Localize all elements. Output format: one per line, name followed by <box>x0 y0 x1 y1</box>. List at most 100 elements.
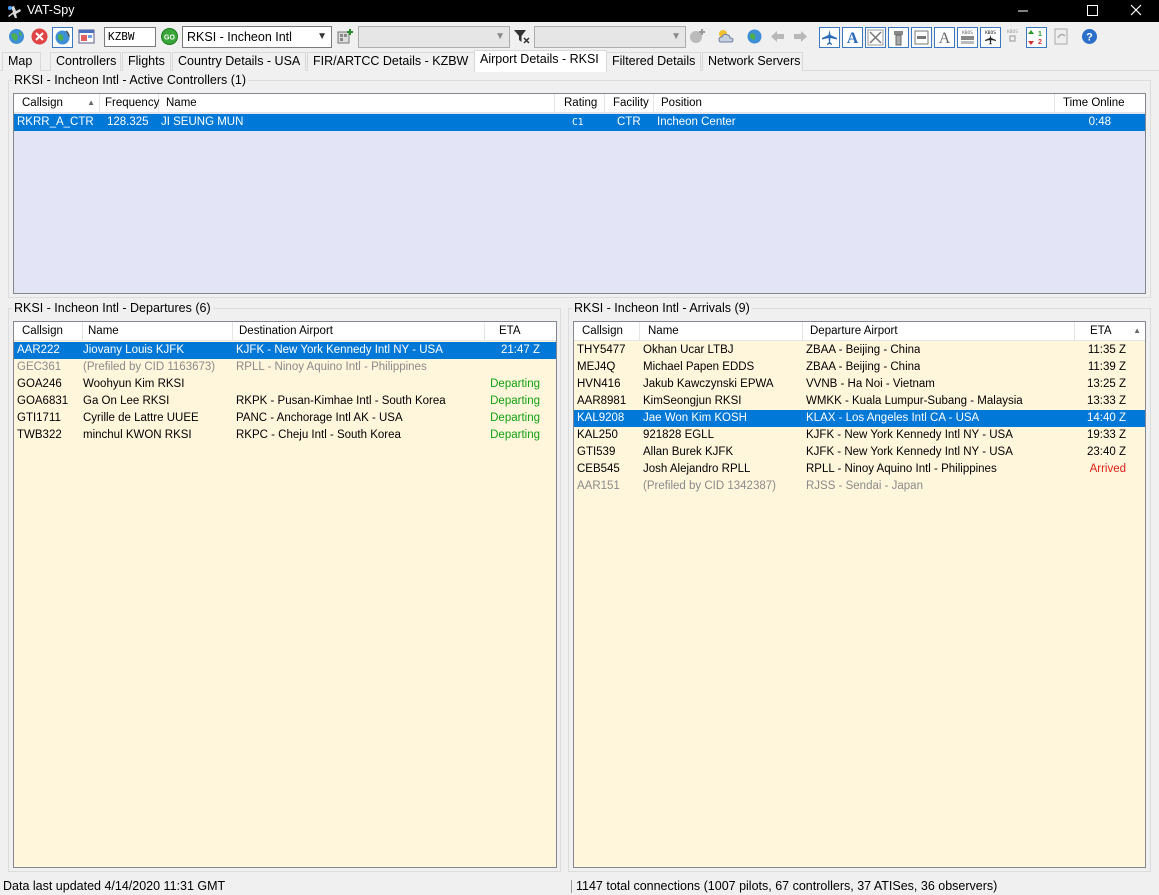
show-text-button[interactable]: A <box>934 27 955 48</box>
departures-row[interactable]: GOA6831 Ga On Lee RKSI RKPK - Pusan-Kimhae… <box>14 393 556 410</box>
column-header-destination[interactable]: Destination Airport <box>233 322 485 341</box>
controllers-list[interactable]: Callsign ▲ Frequency Name Rating Facility… <box>13 93 1146 294</box>
sort-order-button[interactable]: 12 <box>1026 27 1047 48</box>
flight-callsign: KAL250 <box>577 429 618 441</box>
tab-airport-details[interactable]: Airport Details - RKSI <box>474 50 607 72</box>
controller-callsign: RKRR_A_CTR <box>17 116 94 128</box>
flight-airport: KJFK - New York Kennedy Intl NY - USA <box>806 446 1013 458</box>
minimize-button[interactable] <box>1000 0 1046 22</box>
help-icon[interactable]: ? <box>1080 27 1099 46</box>
airport-select[interactable]: RKSI - Incheon Intl ▼ <box>182 26 332 48</box>
disconnect-icon[interactable] <box>30 27 49 46</box>
show-airport-button[interactable] <box>865 27 886 48</box>
column-header-eta[interactable]: ETA ▲ <box>1075 322 1145 341</box>
show-labels-button[interactable]: A <box>842 27 863 48</box>
weather-icon[interactable] <box>716 27 735 46</box>
connect-globe-icon[interactable] <box>7 27 26 46</box>
tab-map[interactable]: Map <box>2 52 41 71</box>
flight-callsign: CEB545 <box>577 463 620 475</box>
arrivals-row[interactable]: HVN416 Jakub Kawczynski EPWA VVNB - Ha Noi… <box>574 376 1145 393</box>
show-flight-tags-button[interactable]: KBOS <box>980 27 1001 48</box>
departures-row[interactable]: AAR222 Jiovany Louis KJFK KJFK - New York … <box>14 342 556 359</box>
controller-row[interactable]: RKRR_A_CTR 128.325 JI SEUNG MUN C1 CTR I… <box>14 114 1145 131</box>
flight-eta: 11:35 Z <box>1087 344 1126 356</box>
flight-airport: KJFK - New York Kennedy Intl NY - USA <box>806 429 1013 441</box>
arrivals-row[interactable]: AAR151 (Prefiled by CID 1342387) RJSS - Se… <box>574 478 1145 495</box>
departures-row[interactable]: TWB322 minchul KWON RKSI RKPC - Cheju Intl… <box>14 427 556 444</box>
show-airport-tag-icon[interactable]: KBOS <box>1003 27 1022 46</box>
departures-row[interactable]: GTI1711 Cyrille de Lattre UUEE PANC - Anch… <box>14 410 556 427</box>
departures-list-header: Callsign Name Destination Airport ETA <box>14 322 556 341</box>
globe-icon[interactable] <box>745 27 764 46</box>
tab-flights[interactable]: Flights <box>122 52 171 71</box>
flight-callsign: HVN416 <box>577 378 621 390</box>
arrivals-row[interactable]: AAR8981 KimSeongjun RKSI WMKK - Kuala Lump… <box>574 393 1145 410</box>
flight-callsign: GTI1711 <box>17 412 61 424</box>
map-window-icon[interactable] <box>77 27 96 46</box>
flight-eta: 11:39 Z <box>1087 361 1126 373</box>
svg-text:GO: GO <box>164 35 175 42</box>
flight-airport: RJSS - Sendai - Japan <box>806 480 923 492</box>
add-globe-icon[interactable] <box>688 27 707 46</box>
show-datablock-button[interactable]: KBOS <box>957 27 978 48</box>
refresh-globe-button[interactable] <box>52 27 73 48</box>
column-header-name[interactable]: Name <box>159 94 555 113</box>
show-tower-button[interactable] <box>888 27 909 48</box>
flight-eta: 14:40 Z <box>1087 412 1126 424</box>
export-icon[interactable] <box>1052 27 1071 46</box>
icao-input[interactable]: KZBW <box>104 27 156 47</box>
column-header-rating[interactable]: Rating <box>555 94 605 113</box>
arrivals-row[interactable]: KAL9208 Jae Won Kim KOSH KLAX - Los Angele… <box>574 410 1145 427</box>
column-header-time-online[interactable]: Time Online <box>1055 94 1145 113</box>
column-header-facility[interactable]: Facility <box>605 94 654 113</box>
show-aircraft-button[interactable] <box>819 27 840 48</box>
arrivals-row[interactable]: CEB545 Josh Alejandro RPLL RPLL - Ninoy Aq… <box>574 461 1145 478</box>
tab-fir-artcc-details[interactable]: FIR/ARTCC Details - KZBW <box>307 52 475 71</box>
filter-select-1[interactable]: ▼ <box>358 26 510 48</box>
column-header-position[interactable]: Position <box>654 94 1055 113</box>
column-header-frequency[interactable]: Frequency <box>100 94 159 113</box>
flight-airport: RKPK - Pusan-Kimhae Intl - South Korea <box>236 395 446 407</box>
back-arrow-icon[interactable] <box>768 27 787 46</box>
app-logo-icon <box>6 3 22 19</box>
tab-filtered-details[interactable]: Filtered Details <box>606 52 701 71</box>
flight-name: Okhan Ucar LTBJ <box>643 344 734 356</box>
departures-row[interactable]: GEC361 (Prefiled by CID 1163673) RPLL - Ni… <box>14 359 556 376</box>
svg-text:KBOS: KBOS <box>962 30 973 36</box>
departures-list[interactable]: Callsign Name Destination Airport ETA AA… <box>13 321 557 868</box>
arrivals-row[interactable]: MEJ4Q Michael Papen EDDS ZBAA - Beijing - … <box>574 359 1145 376</box>
add-filter-icon[interactable] <box>336 27 355 46</box>
arrivals-list[interactable]: Callsign Name Departure Airport ETA ▲ THY… <box>573 321 1146 868</box>
flight-name: Michael Papen EDDS <box>643 361 755 373</box>
flight-airport: ZBAA - Beijing - China <box>806 361 921 373</box>
close-button[interactable] <box>1113 0 1159 22</box>
column-header-callsign[interactable]: Callsign <box>574 322 640 341</box>
tab-network-servers[interactable]: Network Servers <box>702 52 803 71</box>
controllers-list-header: Callsign ▲ Frequency Name Rating Facility… <box>14 94 1145 113</box>
flight-airport: KJFK - New York Kennedy Intl NY - USA <box>236 344 443 356</box>
flight-airport: KLAX - Los Angeles Intl CA - USA <box>806 412 980 424</box>
arrivals-row[interactable]: THY5477 Okhan Ucar LTBJ ZBAA - Beijing - C… <box>574 342 1145 359</box>
filter-select-2[interactable]: ▼ <box>534 26 686 48</box>
column-header-eta[interactable]: ETA <box>485 322 556 341</box>
arrivals-row[interactable]: KAL250 921828 EGLL KJFK - New York Kennedy… <box>574 427 1145 444</box>
svg-text:A: A <box>939 30 951 47</box>
tab-controllers[interactable]: Controllers <box>50 52 121 71</box>
forward-arrow-icon[interactable] <box>791 27 810 46</box>
departures-row[interactable]: GOA246 Woohyun Kim RKSI Departing <box>14 376 556 393</box>
show-fir-button[interactable] <box>911 27 932 48</box>
filter-funnel-icon[interactable] <box>512 27 531 46</box>
column-header-departure[interactable]: Departure Airport <box>803 322 1075 341</box>
arrivals-row[interactable]: GTI539 Allan Burek KJFK KJFK - New York Ke… <box>574 444 1145 461</box>
column-header-callsign[interactable]: Callsign <box>14 322 83 341</box>
column-header-name[interactable]: Name <box>640 322 803 341</box>
flight-name: 921828 EGLL <box>643 429 714 441</box>
column-header-callsign[interactable]: Callsign ▲ <box>14 94 100 113</box>
controller-name: JI SEUNG MUN <box>161 116 244 128</box>
flight-name: Ga On Lee RKSI <box>83 395 170 407</box>
flight-eta: 21:47 Z <box>501 344 540 356</box>
tab-country-details[interactable]: Country Details - USA <box>172 52 306 71</box>
maximize-button[interactable] <box>1069 0 1115 22</box>
go-button[interactable]: GO <box>160 27 179 46</box>
column-header-name[interactable]: Name <box>83 322 233 341</box>
